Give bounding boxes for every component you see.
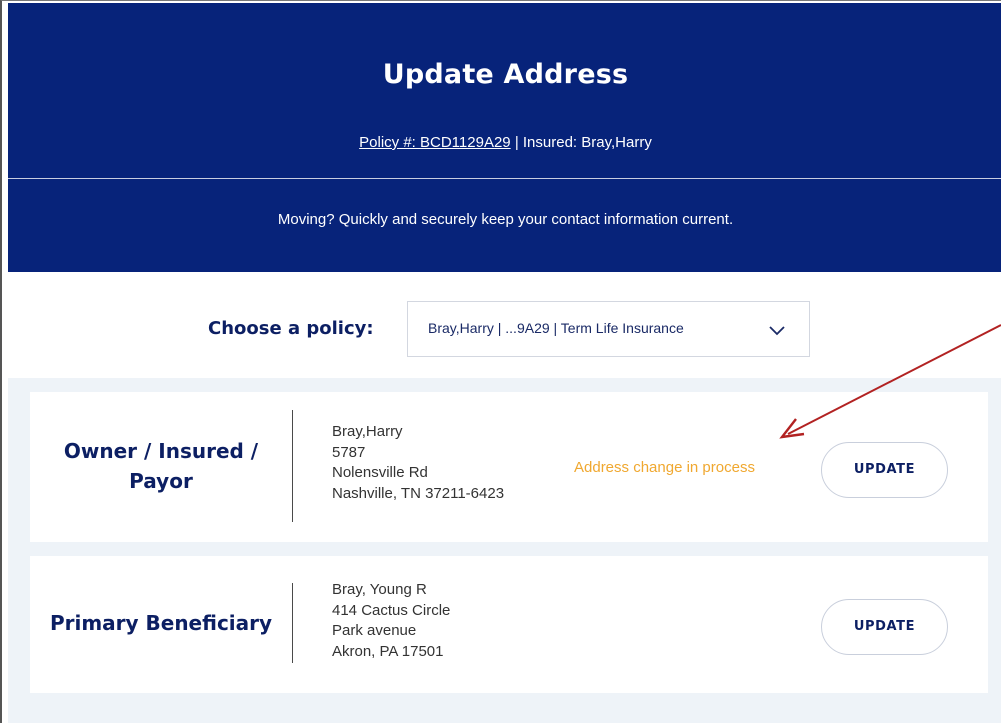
chevron-down-icon [769, 326, 785, 336]
page-frame: Update Address Policy #: BCD1129A29 | In… [0, 0, 1001, 723]
role-label: Owner / Insured / Payor [30, 436, 292, 496]
update-button[interactable]: UPDATE [821, 599, 948, 655]
policy-info-line: Policy #: BCD1129A29 | Insured: Bray,Har… [8, 134, 1001, 151]
address-line: Akron, PA 17501 [332, 642, 444, 660]
header-subtitle: Moving? Quickly and securely keep your c… [277, 211, 734, 228]
insured-name: Insured: Bray,Harry [522, 134, 652, 151]
role-label-line: Owner / Insured / [63, 439, 259, 463]
address-line: Bray, Young R [332, 581, 427, 598]
policy-select[interactable]: Bray,Harry | ...9A29 | Term Life Insuran… [407, 301, 810, 357]
policy-select-value: Bray,Harry | ...9A29 | Term Life Insuran… [428, 320, 684, 336]
update-button[interactable]: UPDATE [821, 442, 948, 498]
card-divider [292, 583, 293, 663]
page-header: Update Address Policy #: BCD1129A29 | In… [8, 3, 1001, 272]
address-line: Nolensville Rd [332, 464, 428, 481]
page-title: Update Address [382, 59, 629, 90]
address-line: Nashville, TN 37211-6423 [332, 484, 505, 502]
address-card-beneficiary: Primary Beneficiary Bray, Young R 414 Ca… [30, 556, 988, 693]
role-label-line: Payor [129, 469, 193, 493]
address-block: Bray,Harry 5787 Nolensville Rd Nashville… [332, 422, 504, 504]
address-card-owner: Owner / Insured / Payor Bray,Harry 5787 … [30, 392, 988, 542]
role-label: Primary Beneficiary [49, 611, 273, 635]
address-line: Park avenue [332, 622, 417, 639]
header-divider [8, 178, 1001, 179]
status-text: Address change in process [574, 459, 755, 476]
address-line: 414 Cactus Circle [332, 601, 451, 619]
card-divider [292, 410, 293, 522]
address-line: 5787 [332, 443, 366, 461]
choose-policy-label: Choose a policy: [208, 318, 374, 339]
policy-number-link[interactable]: Policy #: BCD1129A29 [359, 134, 510, 151]
address-list: Owner / Insured / Payor Bray,Harry 5787 … [8, 378, 1001, 723]
separator: | [514, 134, 519, 151]
address-line: Bray,Harry [332, 423, 403, 440]
address-block: Bray, Young R 414 Cactus Circle Park ave… [332, 580, 450, 662]
